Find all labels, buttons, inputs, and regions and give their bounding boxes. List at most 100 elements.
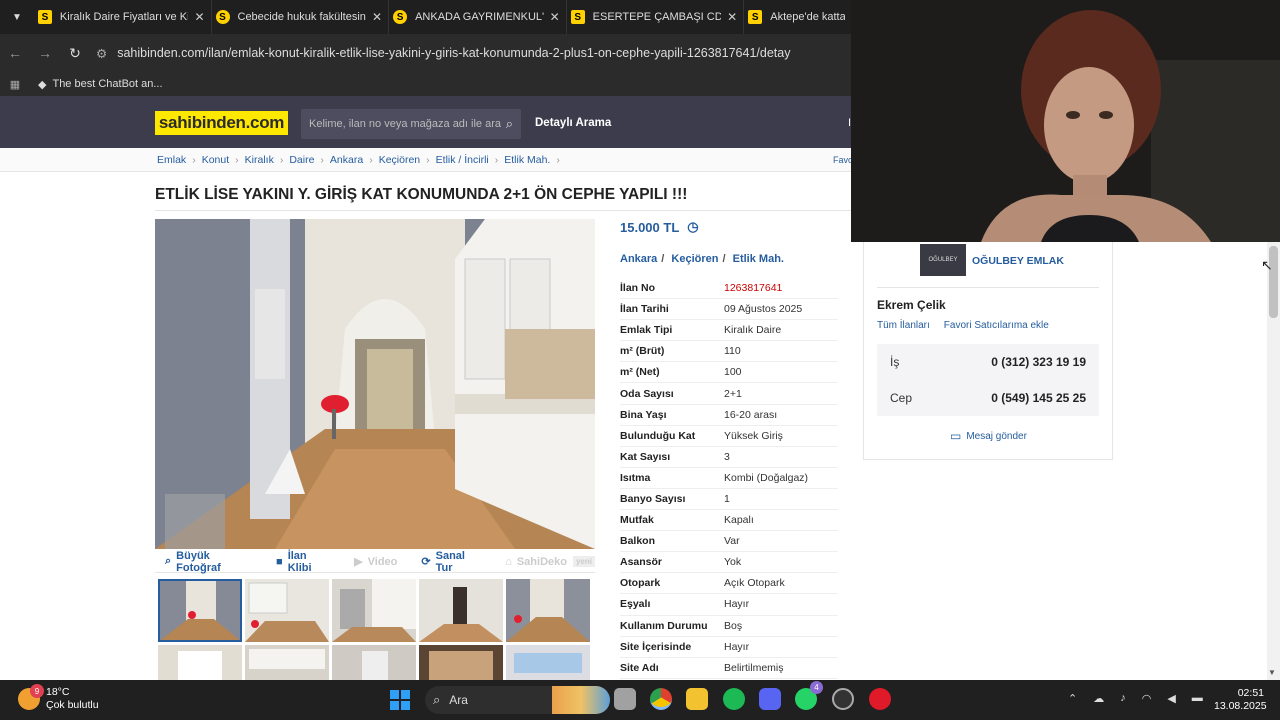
taskbar-search[interactable]: ⌕ Ara [425,686,610,714]
sahibinden-favicon-icon: S [748,10,763,24]
reload-icon[interactable]: ↻ [60,45,90,62]
detailed-search-link[interactable]: Detaylı Arama [535,117,611,129]
breadcrumb-item[interactable]: Kiralık [245,154,274,166]
browser-tab[interactable]: S Kiralık Daire Fiyatları ve Kiralık Ev ✕ [34,0,212,34]
phone-row: İş 0 (312) 323 19 19 [877,344,1099,380]
search-icon: ⌕ [165,555,172,567]
video-clip-button[interactable]: ■ İlan Klibi [276,550,330,574]
bookmark-item[interactable]: ◆ The best ChatBot an... [38,78,163,91]
thumbnail[interactable] [245,579,329,642]
browser-tab[interactable]: S Cebecide hukuk fakültesine ✕ [212,0,390,34]
thumbnail[interactable] [245,645,329,680]
virtual-tour-button[interactable]: ⟳ Sanal Tur [421,550,481,574]
thumbnail[interactable] [158,579,242,642]
windows-start-icon[interactable] [390,690,410,710]
apps-grid-icon[interactable]: ▦ [0,78,30,91]
spec-value: Kombi (Doğalgaz) [724,471,809,484]
big-photo-button[interactable]: ⌕ Büyük Fotoğraf [165,550,252,574]
wifi-icon[interactable]: ◠ [1142,692,1152,705]
spec-row: Kullanım Durumu Boş [620,616,838,637]
chevron-right-icon: › [320,153,324,166]
thumbnail[interactable] [419,645,503,680]
opera-icon[interactable] [869,688,891,710]
thumbnail[interactable] [506,579,590,642]
add-favorite-seller-link[interactable]: Favori Satıcılarıma ekle [944,320,1049,331]
sahibinden-favicon-icon: S [215,10,230,24]
close-tab-icon[interactable]: ✕ [550,10,560,24]
site-logo[interactable]: sahibinden.com [155,111,288,135]
video-button[interactable]: ▶ Video [354,555,397,569]
spec-key: Banyo Sayısı [620,492,686,505]
browser-tab[interactable]: S Aktepe'de katta 2+1 [744,0,851,34]
chevron-right-icon: › [494,153,499,166]
search-input[interactable]: Kelime, ilan no veya mağaza adı ile ara ⌕ [301,109,521,139]
breadcrumb-item[interactable]: Etlik / İncirli [436,154,489,166]
task-view-icon[interactable] [614,688,636,710]
spotify-icon[interactable] [723,688,745,710]
volume-icon[interactable]: ◀ [1167,692,1175,705]
spec-row: İlan Tarihi 09 Ağustos 2025 [620,299,838,321]
search-icon[interactable]: ⌕ [506,116,513,132]
forward-arrow-icon[interactable]: → [30,45,60,61]
thumbnail[interactable] [332,645,416,680]
battery-icon[interactable]: ▬ [1192,692,1203,705]
microphone-icon[interactable]: ♪ [1120,692,1126,705]
sahideko-button[interactable]: ⌂ SahiDeko yeni [505,556,595,568]
tab-search-button[interactable]: ▼ [0,0,34,34]
all-listings-link[interactable]: Tüm İlanları [877,320,930,331]
weather-widget[interactable]: 9 18°C Çok bulutlu [18,684,99,712]
breadcrumb-item[interactable]: Konut [202,154,229,166]
location-city[interactable]: Ankara [620,253,657,265]
thumbnail[interactable] [419,579,503,642]
bookmarks-bar: ▦ ◆ The best ChatBot an... [0,72,851,96]
agency-name[interactable]: OĞULBEY EMLAK [972,255,1064,267]
system-clock[interactable]: 02:51 13.08.2025 [1214,687,1267,713]
price: 15.000 TL ◷ [620,219,699,235]
close-tab-icon[interactable]: ✕ [372,10,382,24]
chrome-icon[interactable] [650,688,672,710]
main-listing-photo[interactable] [155,219,595,549]
phone-number[interactable]: 0 (549) 145 25 25 [991,391,1086,405]
thumbnail[interactable] [332,579,416,642]
big-photo-label: Büyük Fotoğraf [176,549,221,574]
location-neighborhood[interactable]: Etlik Mah. [733,253,784,265]
phone-label: İş [890,355,900,369]
close-tab-icon[interactable]: ✕ [194,10,204,24]
url-field[interactable]: ⚙ sahibinden.com/ilan/emlak-konut-kiralik… [96,46,851,61]
breadcrumb-item[interactable]: Ankara [330,154,363,166]
breadcrumb-item[interactable]: Keçiören [379,154,420,166]
thumbnail[interactable] [506,645,590,680]
location-district[interactable]: Keçiören [671,253,718,265]
spec-value: Açık Otopark [724,577,785,590]
favorites-link[interactable]: Favo [833,155,853,165]
scroll-down-arrow-icon[interactable]: ▼ [1268,668,1276,677]
sahideko-label: SahiDeko [516,555,567,568]
breadcrumb-item[interactable]: Emlak [157,154,186,166]
spec-value: Belirtilmemiş [724,661,784,674]
spec-key: Balkon [620,535,656,548]
agency-logo[interactable]: OĞULBEY [920,244,966,276]
close-tab-icon[interactable]: ✕ [727,10,737,24]
thumbnail[interactable] [158,645,242,680]
back-arrow-icon[interactable]: ← [0,45,30,61]
breadcrumb-item[interactable]: Etlik Mah. [504,154,550,166]
app-icon[interactable] [832,688,854,710]
discord-icon[interactable] [759,688,781,710]
chevron-up-icon[interactable]: ⌃ [1068,692,1077,705]
file-explorer-icon[interactable] [686,688,708,710]
cloud-icon[interactable]: ☁ [1093,692,1104,705]
spec-key: Eşyalı [620,598,651,611]
spec-key: Emlak Tipi [620,324,673,337]
play-icon: ▶ [354,556,363,568]
spec-key: Asansör [620,556,663,569]
chevron-right-icon: › [192,153,196,166]
price-history-icon[interactable]: ◷ [687,219,698,235]
send-message-button[interactable]: ▭ Mesaj gönder [950,429,1027,443]
breadcrumb-item[interactable]: Daire [289,154,314,166]
site-info-icon[interactable]: ⚙ [96,46,107,61]
url-text: sahibinden.com/ilan/emlak-konut-kiralik-… [117,46,791,60]
phone-number[interactable]: 0 (312) 323 19 19 [991,355,1086,369]
browser-tab[interactable]: S ANKADA GAYRIMENKUL'DEN ✕ [389,0,567,34]
whatsapp-icon[interactable]: 4 [795,681,823,710]
browser-tab[interactable]: S ESERTEPE ÇAMBAŞI CD BAKKALI ✕ [567,0,745,34]
